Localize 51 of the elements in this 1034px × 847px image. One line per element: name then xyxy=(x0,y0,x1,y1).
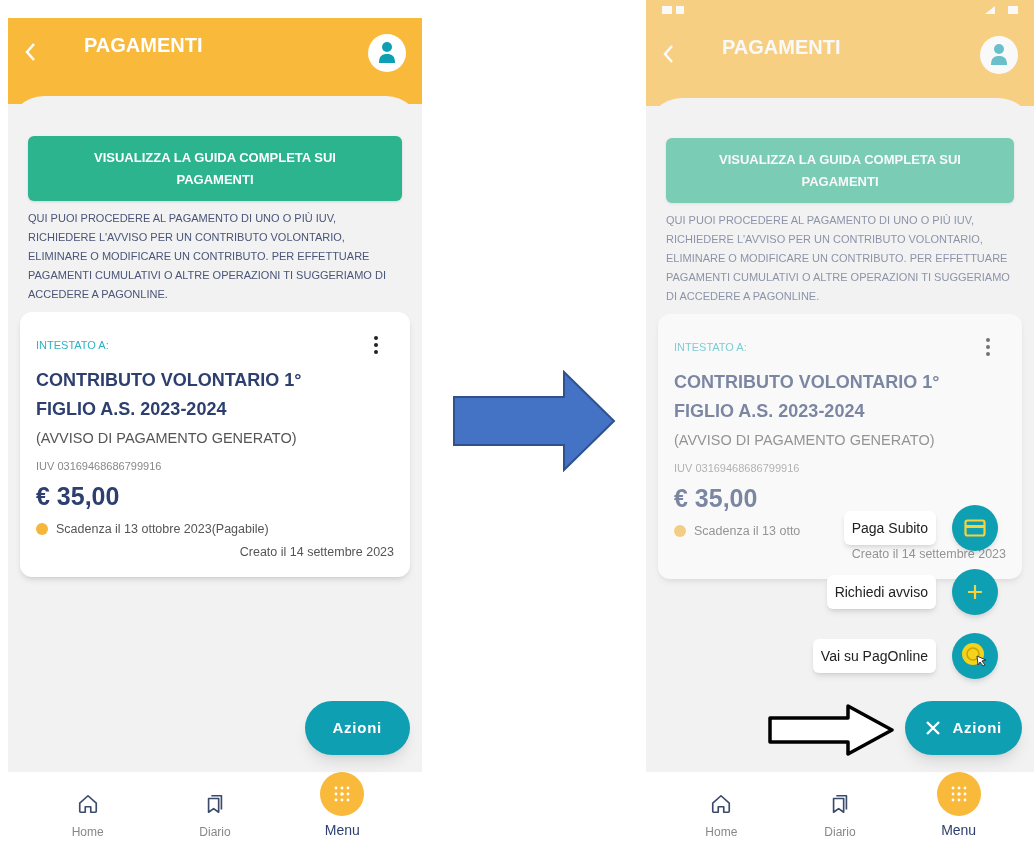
nav-item[interactable]: Home xyxy=(681,774,762,845)
profile-icon[interactable] xyxy=(368,34,406,72)
action-menu-button[interactable] xyxy=(952,569,998,615)
card-subtitle: (AVVISO DI PAGAMENTO GENERATO) xyxy=(36,429,298,448)
actions-button[interactable]: Azioni xyxy=(904,701,1022,755)
profile-icon[interactable] xyxy=(980,36,1018,74)
battery-icon xyxy=(1008,5,1018,15)
action-menu-label[interactable]: Paga Subito xyxy=(843,511,936,545)
close-icon xyxy=(924,720,941,736)
credit-card-icon xyxy=(964,519,986,537)
description-text: QUI PUOI PROCEDERE AL PAGAMENTO DI UNO O PIÙ IUV, RICHIEDERE L'AVVISO PER UN CONTRIBUTO VOLONTARIO, ELIMINARE O MODIFICARE UN CONTRIBUTO. PER EFFETTUARE PAGAMENTI CUMULATIVI O ALTRE OPERAZIONI TI SUGGERIAMO DI ACCEDERE A PAGONLINE. xyxy=(666,213,1011,304)
card-subtitle: (AVVISO DI PAGAMENTO GENERATO) xyxy=(674,431,936,450)
screen-title: PAGAMENTI xyxy=(722,35,842,60)
nav-label: Menu xyxy=(324,820,360,840)
nav-label: Home xyxy=(71,823,104,841)
signal-icon xyxy=(984,5,996,15)
status-dot-icon xyxy=(674,525,686,538)
home-icon xyxy=(76,792,99,815)
nav-label: Diario xyxy=(199,823,231,841)
iuv-code: IUV 03169468686799916 xyxy=(674,460,801,476)
created-date: Creato il 14 settembre 2023 xyxy=(238,543,394,561)
due-date: Scadenza il 13 otto xyxy=(694,522,801,540)
created-date: Creato il 14 settembre 2023 xyxy=(850,545,1006,563)
screen-title: PAGAMENTI xyxy=(84,33,204,58)
status-dot-icon xyxy=(36,523,48,536)
nav-item[interactable]: Diario xyxy=(800,774,880,845)
action-menu-label[interactable]: Vai su PagOnline xyxy=(812,639,936,673)
amount: € 35,00 xyxy=(674,483,759,515)
nav-label: Menu xyxy=(941,820,977,840)
nav-item[interactable]: Menu xyxy=(918,774,999,845)
guide-button[interactable]: VISUALIZZA LA GUIDA COMPLETA SUI PAGAMENTI xyxy=(28,136,402,201)
nav-label: Diario xyxy=(824,823,856,841)
nav-item[interactable]: Diario xyxy=(175,774,255,845)
more-icon[interactable] xyxy=(374,336,378,354)
action-menu-button[interactable] xyxy=(952,633,998,679)
due-date: Scadenza il 13 ottobre 2023(Pagabile) xyxy=(56,520,269,538)
card-title: CONTRIBUTO VOLONTARIO 1° FIGLIO A.S. 2023-2024 xyxy=(36,369,303,421)
nav-item[interactable]: Menu xyxy=(302,774,383,845)
nav-label: Home xyxy=(705,823,738,841)
holder-label: INTESTATO A: xyxy=(674,339,747,355)
back-icon[interactable] xyxy=(24,42,36,62)
action-menu-label[interactable]: Richiedi avviso xyxy=(826,575,936,609)
home-icon xyxy=(710,792,733,815)
iuv-code: IUV 03169468686799916 xyxy=(36,458,163,474)
card-title: CONTRIBUTO VOLONTARIO 1° FIGLIO A.S. 2023-2024 xyxy=(674,371,941,423)
holder-label: INTESTATO A: xyxy=(36,337,109,353)
nav-item[interactable]: Home xyxy=(47,774,128,845)
description-text: QUI PUOI PROCEDERE AL PAGAMENTO DI UNO O PIÙ IUV, RICHIEDERE L'AVVISO PER UN CONTRIBUTO VOLONTARIO, ELIMINARE O MODIFICARE UN CONTRIBUTO. PER EFFETTUARE PAGAMENTI CUMULATIVI O ALTRE OPERAZIONI TI SUGGERIAMO DI ACCEDERE A PAGONLINE. xyxy=(28,211,387,302)
plus-icon xyxy=(966,583,984,601)
action-menu-button[interactable] xyxy=(952,505,998,551)
amount: € 35,00 xyxy=(36,481,121,513)
